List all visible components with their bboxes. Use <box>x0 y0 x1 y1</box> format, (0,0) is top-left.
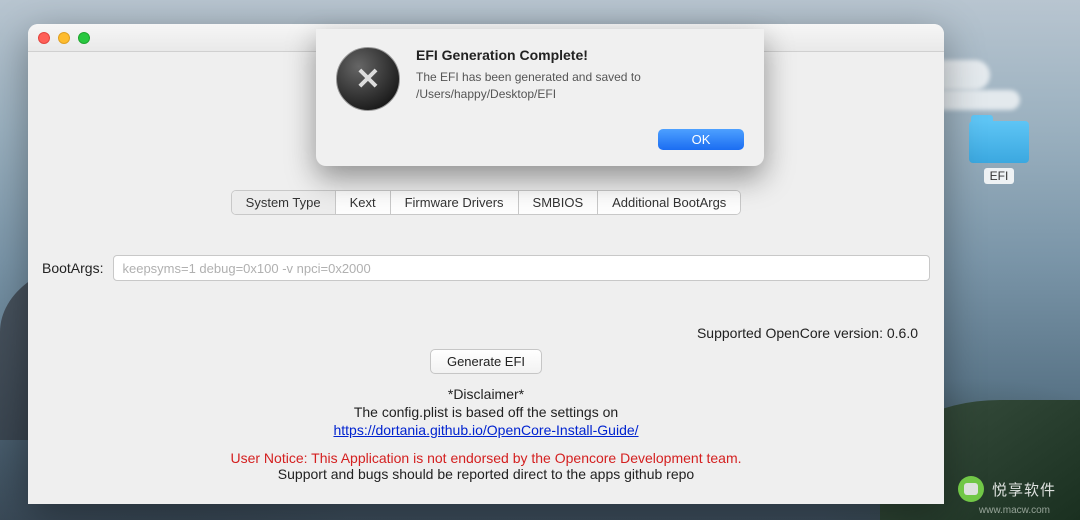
tab-smbios[interactable]: SMBIOS <box>519 191 599 214</box>
x-icon: ✕ <box>355 62 380 97</box>
dialog-title: EFI Generation Complete! <box>416 47 744 63</box>
watermark: 悦享软件 <box>958 476 1056 502</box>
folder-label: EFI <box>984 168 1015 184</box>
ok-button[interactable]: OK <box>658 129 744 150</box>
bootargs-label: BootArgs: <box>42 260 103 276</box>
desktop-folder-efi[interactable]: EFI <box>963 115 1035 185</box>
completion-dialog: ✕ EFI Generation Complete! The EFI has b… <box>316 29 764 166</box>
dialog-body: The EFI has been generated and saved to … <box>416 69 744 103</box>
app-icon: ✕ <box>336 47 400 111</box>
bootargs-input[interactable] <box>113 255 930 281</box>
user-notice-sub: Support and bugs should be reported dire… <box>38 466 934 482</box>
tabbar: System Type Kext Firmware Drivers SMBIOS… <box>231 190 742 215</box>
tab-kext[interactable]: Kext <box>336 191 391 214</box>
watermark-url: www.macw.com <box>979 505 1050 516</box>
tab-system-type[interactable]: System Type <box>232 191 336 214</box>
tab-additional-bootargs[interactable]: Additional BootArgs <box>598 191 740 214</box>
disclaimer-link[interactable]: https://dortania.github.io/OpenCore-Inst… <box>333 422 638 438</box>
disclaimer-text: The config.plist is based off the settin… <box>38 404 934 420</box>
user-notice: User Notice: This Application is not end… <box>38 450 934 466</box>
generate-efi-button[interactable]: Generate EFI <box>430 349 542 374</box>
tab-firmware-drivers[interactable]: Firmware Drivers <box>391 191 519 214</box>
wechat-icon <box>958 476 984 502</box>
folder-icon <box>969 115 1029 163</box>
supported-version: Supported OpenCore version: 0.6.0 <box>38 325 934 341</box>
watermark-text: 悦享软件 <box>992 479 1056 500</box>
disclaimer-title: *Disclaimer* <box>38 386 934 402</box>
